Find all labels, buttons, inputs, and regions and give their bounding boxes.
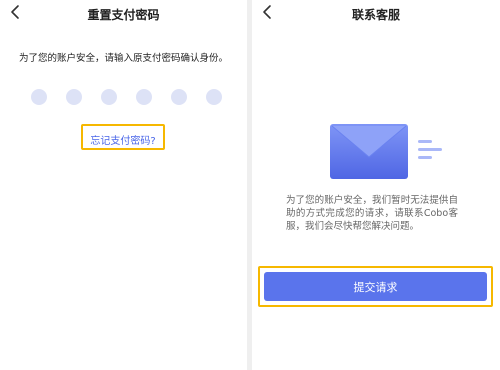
pin-dot[interactable] xyxy=(66,89,82,105)
page-title: 联系客服 xyxy=(351,8,400,22)
forgot-password-highlight: 忘记支付密码? xyxy=(81,124,165,150)
nav-bar: 重置支付密码 xyxy=(0,0,247,28)
pin-dot[interactable] xyxy=(101,89,117,105)
nav-bar: 联系客服 xyxy=(252,0,500,28)
submit-request-button[interactable]: 提交请求 xyxy=(264,272,487,301)
screenshot-pair: 重置支付密码 为了您的账户安全，请输入原支付密码确认身份。 忘记支付密码? 联系… xyxy=(0,0,500,370)
speed-lines-icon xyxy=(418,140,442,159)
identity-notice: 为了您的账户安全，请输入原支付密码确认身份。 xyxy=(18,53,228,64)
envelope-icon xyxy=(330,124,408,179)
contact-support-screen: 联系客服 xyxy=(252,0,500,370)
forgot-password-link[interactable]: 忘记支付密码? xyxy=(83,132,163,147)
reset-payment-password-screen: 重置支付密码 为了您的账户安全，请输入原支付密码确认身份。 忘记支付密码? xyxy=(0,0,247,370)
pin-dot[interactable] xyxy=(136,89,152,105)
support-description: 为了您的账户安全，我们暂时无法提供自助的方式完成您的请求，请联系Cobo客服，我… xyxy=(286,195,458,232)
page-title: 重置支付密码 xyxy=(87,8,160,22)
pin-dot[interactable] xyxy=(31,89,47,105)
pin-dot[interactable] xyxy=(171,89,187,105)
pin-dot[interactable] xyxy=(206,89,222,105)
